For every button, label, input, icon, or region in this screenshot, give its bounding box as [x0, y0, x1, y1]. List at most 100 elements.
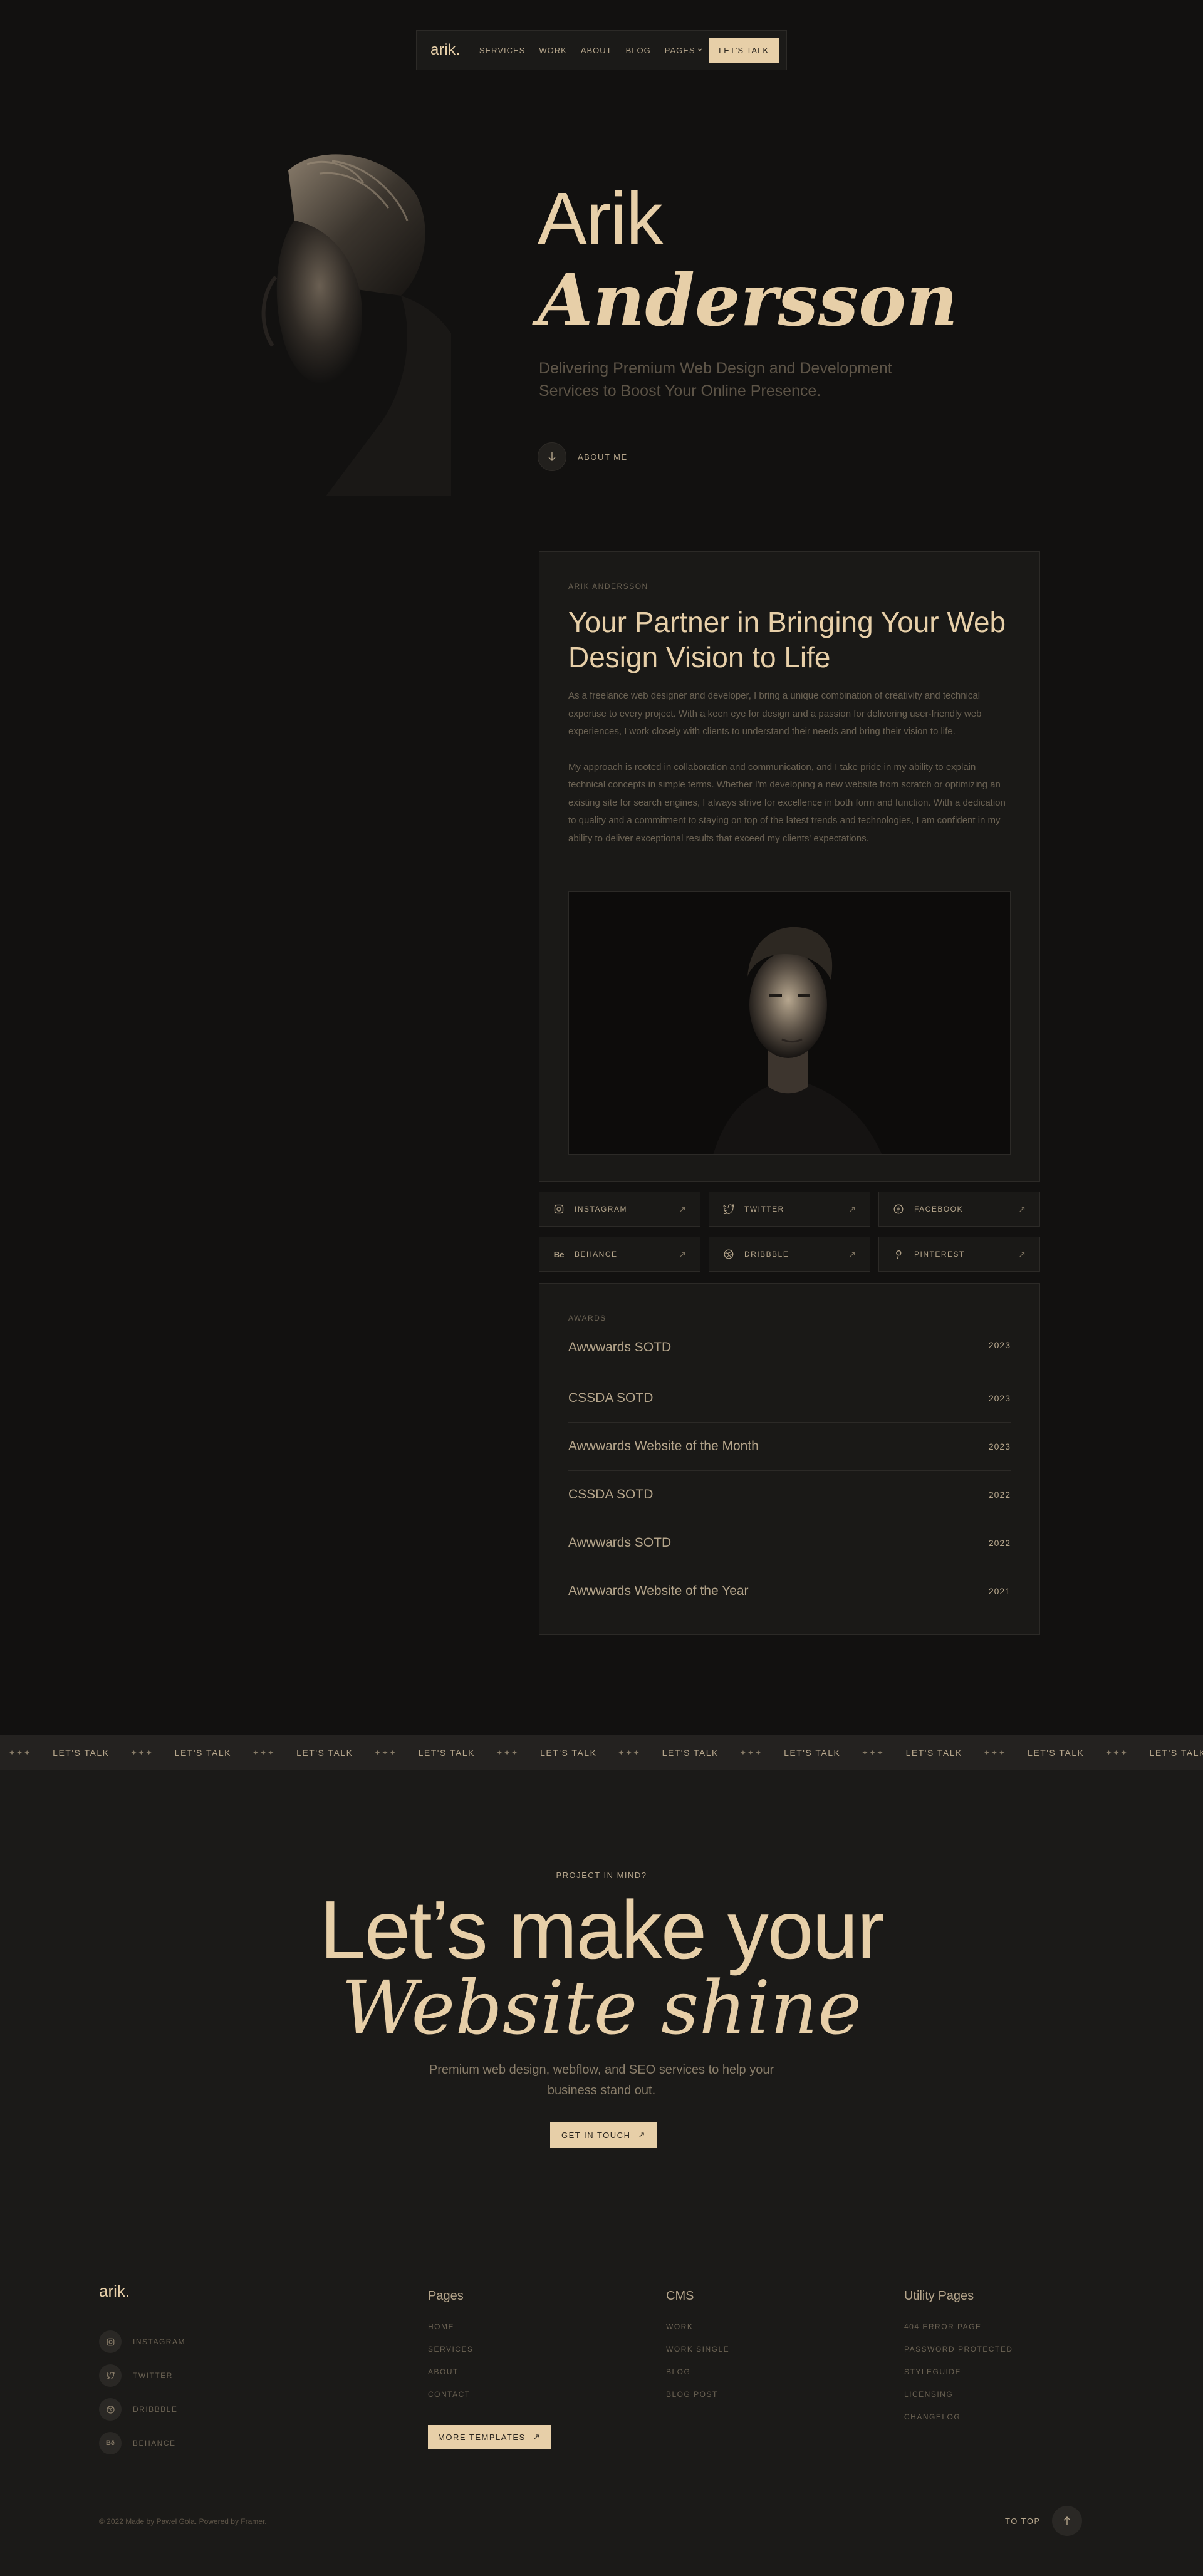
facebook-icon	[893, 1203, 904, 1215]
star-separator-icon: ✦✦✦	[9, 1748, 32, 1757]
top-nav: arik. SERVICES WORK ABOUT BLOG PAGES LET…	[416, 30, 787, 70]
about-me-label: ABOUT ME	[578, 452, 628, 462]
social-pinterest-button[interactable]: PINTEREST ↗	[878, 1237, 1040, 1272]
awards-card: AWARDS Awwwards SOTD 2023 CSSDA SOTD 202…	[539, 1283, 1040, 1635]
lets-talk-marquee[interactable]: ✦✦✦ LET'S TALK ✦✦✦ LET'S TALK ✦✦✦ LET'S TALK ✦…	[0, 1735, 1203, 1770]
marquee-item: LET'S TALK	[296, 1748, 353, 1758]
footer-social-twitter[interactable]: TWITTER	[99, 2364, 185, 2387]
award-row: Awwwards Website of the Month 2023	[568, 1422, 1011, 1470]
social-twitter-button[interactable]: TWITTER ↗	[709, 1192, 870, 1227]
footer-social-label: DRIBBBLE	[133, 2405, 178, 2414]
cta-heading-line-1: Let’s make your	[320, 1884, 884, 1976]
hero-first-name: Arik	[538, 177, 663, 260]
award-name: Awwwards Website of the Month	[568, 1439, 759, 1453]
about-paragraph-1: As a freelance web designer and develope…	[568, 690, 982, 737]
footer-link-styleguide[interactable]: STYLEGUIDE	[904, 2367, 1013, 2376]
marquee-item: LET'S TALK	[540, 1748, 597, 1758]
social-label: TWITTER	[744, 1205, 784, 1213]
footer-link-blog[interactable]: BLOG	[666, 2367, 729, 2376]
footer-link-licensing[interactable]: LICENSING	[904, 2390, 1013, 2399]
about-paragraph-2: My approach is rooted in collaboration a…	[568, 761, 1006, 844]
twitter-icon	[723, 1203, 734, 1215]
arrow-up-right-icon: ↗	[1018, 1249, 1026, 1259]
hero-last-name: Andersson	[538, 258, 958, 342]
award-year: 2021	[988, 1586, 1011, 1596]
nav-link-about[interactable]: ABOUT	[581, 46, 612, 55]
footer-link-work[interactable]: WORK	[666, 2322, 729, 2331]
arrow-up-right-icon: ↗	[679, 1249, 686, 1259]
hero-tagline: Delivering Premium Web Design and Develo…	[539, 360, 892, 400]
footer-link-404[interactable]: 404 ERROR PAGE	[904, 2322, 1013, 2331]
footer-link-services[interactable]: SERVICES	[428, 2345, 551, 2354]
nav-logo[interactable]: arik.	[430, 41, 461, 59]
marquee-item: LET'S TALK	[418, 1748, 475, 1758]
arrow-up-right-icon: ↗	[848, 1203, 856, 1214]
nav-link-work[interactable]: WORK	[539, 46, 566, 55]
social-behance-button[interactable]: Bē BEHANCE ↗	[539, 1237, 700, 1272]
star-separator-icon: ✦✦✦	[496, 1748, 519, 1757]
award-row: Awwwards SOTD 2022	[568, 1519, 1011, 1567]
about-me-button[interactable]: ABOUT ME	[538, 442, 628, 471]
lets-talk-button[interactable]: LET'S TALK	[709, 38, 779, 63]
to-top-label: TO TOP	[1005, 2516, 1041, 2526]
social-label: INSTAGRAM	[575, 1205, 627, 1213]
award-name: Awwwards Website of the Year	[568, 1584, 749, 1598]
footer-link-password-protected[interactable]: PASSWORD PROTECTED	[904, 2345, 1013, 2354]
more-templates-label: MORE TEMPLATES	[438, 2432, 526, 2442]
get-in-touch-label: GET IN TOUCH	[561, 2130, 631, 2140]
marquee-item: LET'S TALK	[174, 1748, 231, 1758]
award-year: 2022	[988, 1538, 1011, 1548]
arrow-up-right-icon: ↗	[638, 2130, 646, 2139]
footer-logo[interactable]: arik.	[99, 2282, 130, 2301]
marquee-item: LET'S TALK	[905, 1748, 962, 1758]
about-portrait-image	[568, 891, 1011, 1155]
get-in-touch-button[interactable]: GET IN TOUCH ↗	[550, 2122, 657, 2148]
footer-link-changelog[interactable]: CHANGELOG	[904, 2412, 1013, 2421]
footer-social-label: TWITTER	[133, 2371, 173, 2380]
arrow-up-right-icon: ↗	[848, 1249, 856, 1259]
marquee-item: LET'S TALK	[662, 1748, 719, 1758]
footer-social-label: BEHANCE	[133, 2439, 176, 2448]
nav-link-blog[interactable]: BLOG	[626, 46, 651, 55]
nav-link-pages[interactable]: PAGES	[665, 46, 702, 55]
award-year: 2023	[988, 1393, 1011, 1403]
footer-link-contact[interactable]: CONTACT	[428, 2390, 551, 2399]
footer-social-dribbble[interactable]: DRIBBBLE	[99, 2398, 185, 2421]
star-separator-icon: ✦✦✦	[374, 1748, 397, 1757]
footer-link-home[interactable]: HOME	[428, 2322, 551, 2331]
behance-icon: Bē	[553, 1249, 565, 1259]
nav-link-services[interactable]: SERVICES	[479, 46, 526, 55]
footer-link-about[interactable]: ABOUT	[428, 2367, 551, 2376]
to-top-button[interactable]: TO TOP	[1005, 2506, 1082, 2536]
footer-cms-title: CMS	[666, 2289, 694, 2303]
award-year: 2022	[988, 1490, 1011, 1500]
star-separator-icon: ✦✦✦	[618, 1748, 641, 1757]
about-card: ARIK ANDERSSON Your Partner in Bringing …	[539, 551, 1040, 1182]
arrow-up-right-icon: ↗	[679, 1203, 686, 1214]
award-name: Awwwards SOTD	[568, 1340, 672, 1354]
social-label: FACEBOOK	[914, 1205, 964, 1213]
star-separator-icon: ✦✦✦	[130, 1748, 154, 1757]
awards-eyebrow: AWARDS	[568, 1314, 607, 1322]
footer-social-behance[interactable]: Bē BEHANCE	[99, 2432, 185, 2454]
behance-icon: Bē	[99, 2432, 122, 2454]
instagram-icon	[99, 2330, 122, 2353]
footer-social-label: INSTAGRAM	[133, 2337, 185, 2346]
social-instagram-button[interactable]: INSTAGRAM ↗	[539, 1192, 700, 1227]
footer-utility-title: Utility Pages	[904, 2289, 974, 2303]
footer-social-instagram[interactable]: INSTAGRAM	[99, 2330, 185, 2353]
arrow-up-icon	[1051, 2506, 1082, 2536]
social-facebook-button[interactable]: FACEBOOK ↗	[878, 1192, 1040, 1227]
social-links-grid: INSTAGRAM ↗ TWITTER ↗ FACEBOOK ↗ Bē BEHA…	[539, 1192, 1040, 1272]
nav-link-pages-label: PAGES	[664, 45, 695, 55]
footer-social-list: INSTAGRAM TWITTER DRIBBBLE Bē BEHANCE	[99, 2330, 185, 2454]
social-label: DRIBBBLE	[744, 1250, 789, 1259]
cta-heading-line-2: Website shine	[341, 1965, 862, 2051]
more-templates-button[interactable]: MORE TEMPLATES ↗	[428, 2425, 551, 2449]
footer-link-blog-post[interactable]: BLOG POST	[666, 2390, 729, 2399]
dribbble-icon	[99, 2398, 122, 2421]
footer-link-work-single[interactable]: WORK SINGLE	[666, 2345, 729, 2354]
social-dribbble-button[interactable]: DRIBBBLE ↗	[709, 1237, 870, 1272]
footer-pages-column: Pages HOME SERVICES ABOUT CONTACT MORE T…	[428, 2289, 551, 2449]
social-label: PINTEREST	[914, 1250, 965, 1259]
